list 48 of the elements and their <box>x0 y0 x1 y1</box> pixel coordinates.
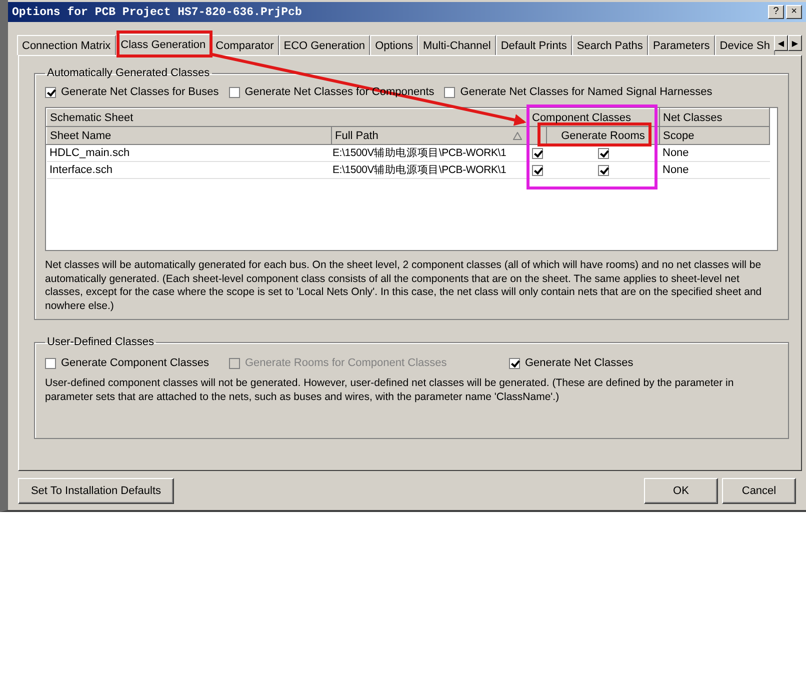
column-header[interactable]: Sheet Name <box>46 126 332 144</box>
checkbox-label: Generate Net Classes for Named Signal Harnesses <box>460 86 712 98</box>
checkbox[interactable] <box>444 86 456 98</box>
tab[interactable]: Default Prints <box>496 35 572 55</box>
table-cell: None <box>660 162 770 178</box>
checkbox[interactable] <box>45 86 56 98</box>
table-cell: E:\1500V辅助电源项目\PCB-WORK\1 <box>332 144 528 162</box>
defaults-button[interactable]: Set To Installation Defaults <box>18 478 174 504</box>
dialog-button[interactable]: OK <box>644 478 718 504</box>
checkbox-label: Generate Rooms for Component Classes <box>245 357 447 369</box>
tab[interactable]: Comparator <box>210 35 279 55</box>
table-cell: None <box>660 144 770 162</box>
table-cell: HDLC_main.sch <box>46 144 332 162</box>
checkbox[interactable] <box>532 148 543 159</box>
tab[interactable]: Connection Matrix <box>17 35 116 55</box>
checkbox[interactable] <box>509 358 520 368</box>
group-title: User-Defined Classes <box>46 336 155 348</box>
checkbox[interactable] <box>45 358 56 368</box>
column-group-header: Schematic Sheet <box>46 108 528 126</box>
sort-icon <box>513 132 522 140</box>
checkbox-label: Generate Net Classes for Buses <box>61 86 219 98</box>
column-header[interactable]: Full Path <box>332 126 528 144</box>
tab[interactable]: Device Sh <box>714 35 775 55</box>
table-cell: Interface.sch <box>46 162 332 178</box>
tab[interactable]: Class Generation <box>116 34 211 56</box>
tab[interactable]: Multi-Channel <box>418 35 496 55</box>
table-cell: E:\1500V辅助电源项目\PCB-WORK\1 <box>332 162 528 178</box>
tab[interactable]: ECO Generation <box>278 35 370 55</box>
tab[interactable]: Search Paths <box>572 35 648 55</box>
column-group-header: Net Classes <box>660 108 770 126</box>
tab[interactable]: Options <box>370 35 418 55</box>
window-title: Options for PCB Project HS7-820-636.PrjPcb <box>12 6 302 18</box>
checkbox[interactable] <box>598 148 608 159</box>
checkbox-label: Generate Net Classes <box>525 357 634 369</box>
description-text: Net classes will be automatically generated for each bus. On the sheet level, 2 component classes (all of which will have rooms) and no net classes will be automatically generated. (Each sheet-level component class consists of all the components that are on the sheet. The same applies to sheet-level net classes, except for the case where the scope is set to 'Local Nets Only'. In this case, the net class will only contain nets that are on the specified sheet and nowhere else.) <box>45 259 763 313</box>
checkbox[interactable] <box>532 164 543 176</box>
checkbox[interactable] <box>228 86 240 98</box>
title-bar-button[interactable]: × <box>786 5 802 19</box>
dialog-button[interactable]: Cancel <box>722 478 796 504</box>
tab-scroll-button[interactable]: ◀ <box>774 35 788 51</box>
tab[interactable]: Parameters <box>648 35 715 55</box>
title-bar-button[interactable]: ? <box>768 5 784 19</box>
checkbox-label: Generate Component Classes <box>61 357 209 369</box>
description-text: User-defined component classes will not be generated. However, user-defined net classes will be generated. (These are defined by the parameter in parameter sets that are attached to the nets, such as buses and wires, with the parameter name 'ClassName'.) <box>45 377 735 404</box>
checkbox[interactable] <box>598 164 608 176</box>
tab-scroll-button[interactable]: ▶ <box>788 35 802 51</box>
column-header[interactable]: Scope <box>660 126 770 144</box>
group-title: Automatically Generated Classes <box>46 67 211 79</box>
